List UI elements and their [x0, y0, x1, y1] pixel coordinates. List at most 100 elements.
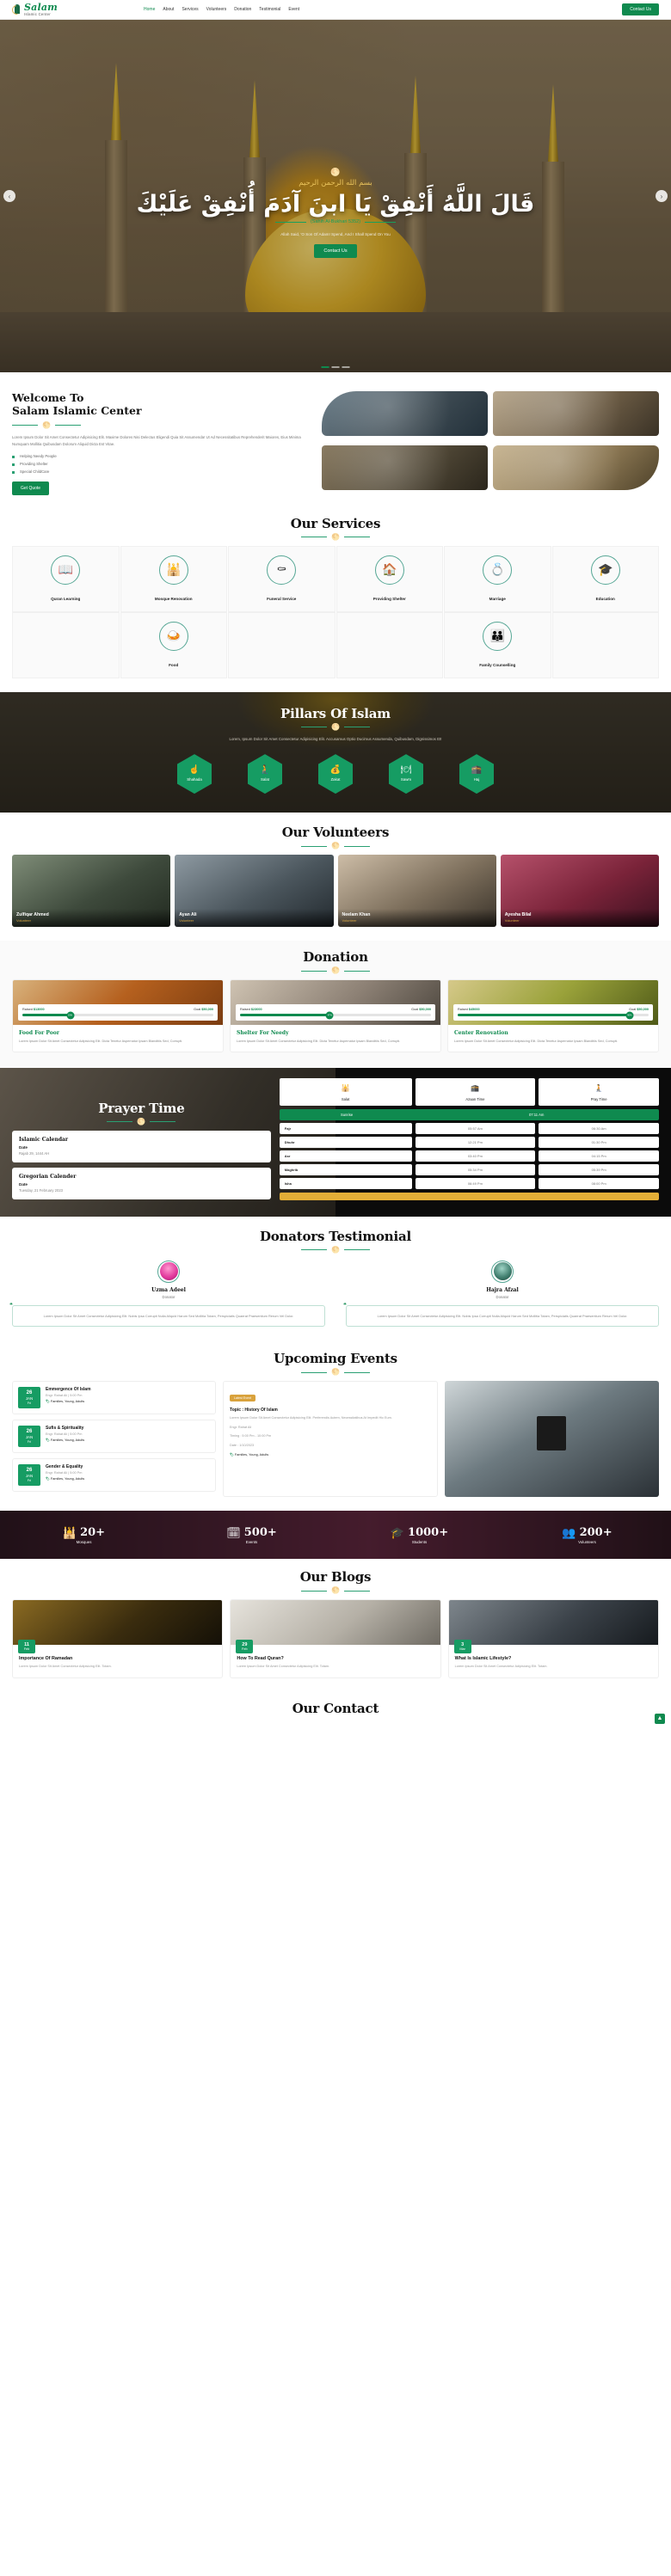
hero-contact-button[interactable]: Contact Us	[314, 244, 357, 258]
nav-item-volunteers[interactable]: Volunteers	[206, 7, 227, 12]
pillar-zakat[interactable]: 💰 Zakat	[318, 754, 353, 794]
donation-card[interactable]: Raised $13000 Goal $50,000 25% Food For …	[12, 979, 224, 1052]
welcome-gallery	[321, 391, 659, 495]
testimonial-grid: Uzma Adeel Donator ❝ Lorem Ipsum Dolor S…	[0, 1260, 671, 1328]
volunteers-section: Our Volunteers 🌕 Zulfiqar Ahmed Voluntee…	[0, 813, 671, 941]
food-icon: 🍽	[400, 765, 412, 776]
stat-value: 500+	[243, 1525, 277, 1539]
hero-ayah: قَالَ اللَّهُ أَنْفِقْ يَا ابنَ آدَمَ أُ…	[136, 191, 535, 218]
donation-card-title: Shelter For Needy	[237, 1030, 289, 1037]
ornament-divider: 🌕	[0, 1246, 671, 1254]
volunteer-card[interactable]: Ayesha Bilal Volunteer	[500, 855, 659, 928]
nav-item-testimonial[interactable]: Testimonial	[259, 7, 280, 12]
featured-audience: Families, Young, Adults	[234, 1453, 269, 1457]
raised-amount: $45000	[468, 1008, 480, 1012]
testimonial-role: Donator	[496, 1294, 509, 1299]
event-date-badge: 26 JAN Fri	[18, 1464, 40, 1487]
services-grid-row2: 🍛 Food 👪 Family Counselling	[0, 611, 671, 678]
hero-prev-arrow[interactable]: ‹	[3, 190, 15, 202]
testimonial-name: Hajra Afzal	[486, 1286, 519, 1293]
graduation-cap-icon: 🎓	[590, 555, 620, 585]
donation-card[interactable]: Raised $23000 Goal $50,000 47% Shelter F…	[230, 979, 441, 1052]
event-list-item[interactable]: 26 JAN Fri Gender & Equality Engr. Rahat…	[12, 1458, 217, 1493]
events-grid: 26 JAN Fri Emmergence Of Islam Engr. Rah…	[0, 1381, 671, 1498]
event-audience: Families, Young, Adults	[50, 1438, 85, 1443]
service-card-funeral-service[interactable]: ⚰ Funeral Service	[228, 545, 336, 612]
volunteer-card[interactable]: Zulfiqar Ahmed Volunteer	[12, 855, 171, 928]
blog-card[interactable]: 3 Mar What Is Islamic Lifestyle? Lorem I…	[447, 1599, 659, 1678]
event-list-item[interactable]: 26 JAN Fri Sufis & Spirituality Engr. Ra…	[12, 1420, 217, 1454]
donation-card-title: Food For Poor	[19, 1030, 59, 1037]
hero-subtitle: Allah Said, 'O Son Of Adam! Spend, And I…	[280, 232, 391, 236]
events-section: Upcoming Events 🌕 26 JAN Fri Emmergence …	[0, 1340, 671, 1512]
pillar-sawm[interactable]: 🍽 Sawm	[389, 754, 423, 794]
blog-title: What Is Islamic Lifestyle?	[454, 1656, 512, 1662]
goal-label: Goal	[194, 1008, 201, 1012]
nav-item-services[interactable]: Services	[182, 7, 198, 12]
nav-item-donation[interactable]: Donation	[234, 7, 251, 12]
table-row: Fajr 05:57 Am 06:30 Am	[279, 1122, 659, 1134]
date-label: Date	[19, 1181, 28, 1187]
nav-item-about[interactable]: About	[163, 7, 174, 12]
donation-image: Raised $45000 Goal $50,000 90%	[448, 980, 658, 1026]
hero-next-arrow[interactable]: ›	[656, 190, 668, 202]
ornament-divider: 🌕	[0, 843, 671, 849]
blog-date-badge: 29 Feb	[236, 1640, 254, 1654]
service-card-education[interactable]: 🎓 Education	[551, 545, 659, 612]
blog-card[interactable]: 29 Feb How To Read Quran? Lorem Ipsum Do…	[230, 1599, 441, 1678]
col-label: Azaan Time	[465, 1096, 485, 1101]
table-row: Isha 06:49 Pm 08:00 Pm	[279, 1177, 659, 1189]
ornament-divider: 🌕	[0, 1587, 671, 1594]
blog-card[interactable]: 11 Feb Importance Of Ramadan Lorem Ipsum…	[12, 1599, 224, 1678]
hero-dot-1[interactable]	[321, 366, 329, 368]
blog-month: Feb	[23, 1647, 30, 1652]
raised-amount: $23000	[250, 1008, 262, 1012]
gallery-image-4	[492, 445, 659, 491]
volunteer-card[interactable]: Ayan Ali Volunteer	[175, 855, 334, 928]
stats-bar: 🕌 20+ Mosques 🗓 500+ Events 🎓 1000+ Stud…	[0, 1511, 671, 1560]
service-card-quran-learning[interactable]: 📖 Quran Learning	[12, 545, 120, 612]
donation-card[interactable]: Raised $45000 Goal $50,000 90% Center Re…	[447, 979, 659, 1052]
prayer-table-footer	[279, 1192, 659, 1200]
avatar	[157, 1260, 180, 1283]
hero-dot-2[interactable]	[331, 366, 340, 368]
volunteer-name: Ayan Ali	[179, 912, 197, 918]
col-azaan-time: 🕋 Azaan Time	[415, 1077, 536, 1106]
scroll-to-top-button[interactable]: ▲	[655, 1713, 665, 1724]
service-card-marriage[interactable]: 💍 Marriage	[444, 545, 551, 612]
contact-title: Our Contact	[292, 1700, 379, 1716]
pillar-shahada[interactable]: ☝ Shahada	[177, 754, 212, 794]
featured-event-card[interactable]: Latest Event Topic : History Of Islam Lo…	[223, 1381, 438, 1498]
nav-item-home[interactable]: Home	[144, 7, 155, 12]
event-list-item[interactable]: 26 JAN Fri Emmergence Of Islam Engr. Rah…	[12, 1381, 217, 1415]
table-row: Maghrib 05:34 Pm 05:39 Pm	[279, 1163, 659, 1175]
hero-dot-3[interactable]	[342, 366, 350, 368]
nav-item-event[interactable]: Event	[288, 7, 299, 12]
praying-icon: 🧎	[259, 765, 271, 776]
blog-desc: Lorem Ipsum Dolor Sit Amet Consectetur A…	[237, 1665, 330, 1669]
service-card-family-counselling[interactable]: 👪 Family Counselling	[444, 611, 551, 678]
featured-topic: History Of Islam	[244, 1408, 278, 1414]
service-card-providing-shelter[interactable]: 🏠 Providing Shelter	[336, 545, 443, 612]
hero-slider: ‹ › 🌕 بسم الله الرحمن الرحيم قَالَ اللَّ…	[0, 20, 671, 372]
volunteers-grid: Zulfiqar Ahmed Volunteer Ayan Ali Volunt…	[0, 855, 671, 928]
cell-pray: 04:15 Pm	[539, 1150, 659, 1162]
contact-us-button[interactable]: Contact Us	[622, 3, 659, 15]
get-quote-button[interactable]: Get Quote	[12, 481, 50, 495]
progress-percent: 90%	[625, 1011, 634, 1020]
tag-icon: 🏷	[46, 1438, 50, 1443]
service-card-food[interactable]: 🍛 Food	[120, 611, 227, 678]
pillar-salat[interactable]: 🧎 Salat	[248, 754, 282, 794]
quote-open-icon: ❝	[9, 1302, 13, 1309]
volunteer-card[interactable]: Neelam Khan Volunteer	[337, 855, 496, 928]
tag-icon: 🏷	[46, 1400, 50, 1404]
donation-section: Donation 🌕 Raised $13000 Goal $50,000 25…	[0, 941, 671, 1068]
mosque-icon: 🕌	[158, 555, 188, 585]
service-label: Mosque Renovation	[154, 596, 193, 601]
ornament-divider: 🌕	[0, 967, 671, 974]
pillar-haj[interactable]: 🕋 Haj	[459, 754, 494, 794]
ornament-divider: 🌕	[0, 533, 671, 541]
hero-dots[interactable]	[321, 366, 350, 368]
service-card-mosque-renovation[interactable]: 🕌 Mosque Renovation	[120, 545, 227, 612]
brand-logo[interactable]: Salam Islamic Center	[12, 3, 58, 16]
